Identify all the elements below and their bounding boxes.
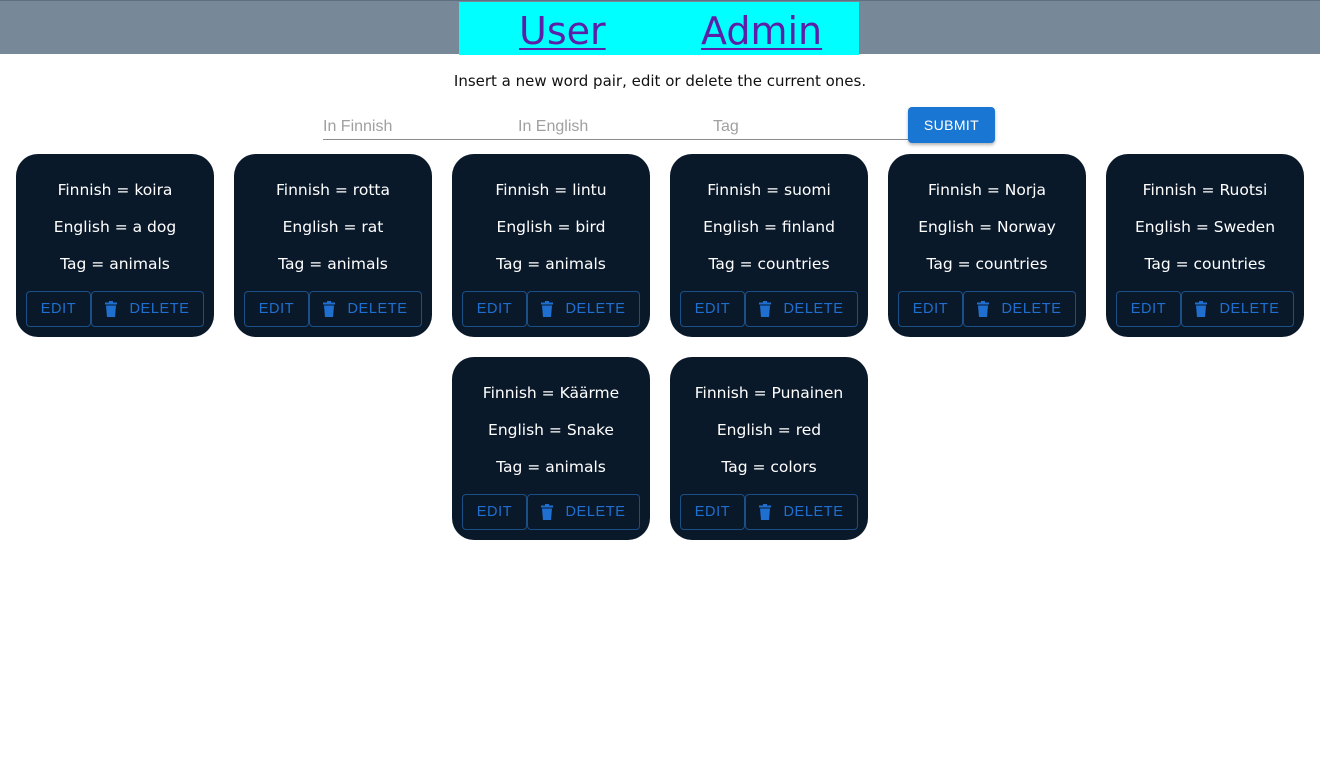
delete-button[interactable]: DELETE (963, 291, 1076, 327)
instructions-text: Insert a new word pair, edit or delete t… (453, 72, 867, 90)
word-card: Finnish = Punainen English = red Tag = c… (670, 357, 868, 540)
trash-icon (323, 301, 336, 317)
edit-label: EDIT (1130, 301, 1167, 317)
english-input[interactable] (518, 107, 713, 140)
tag-text: Tag = animals (496, 255, 606, 273)
delete-label: DELETE (565, 301, 626, 317)
finnish-input[interactable] (323, 107, 518, 140)
finnish-text: Finnish = Norja (927, 181, 1047, 199)
edit-button[interactable]: EDIT (462, 291, 527, 327)
delete-label: DELETE (783, 504, 844, 520)
delete-button[interactable]: DELETE (527, 494, 640, 530)
english-text: English = red (716, 421, 822, 439)
edit-label: EDIT (912, 301, 949, 317)
english-text: English = Snake (488, 421, 614, 439)
edit-button[interactable]: EDIT (26, 291, 91, 327)
edit-label: EDIT (258, 301, 295, 317)
tag-text: Tag = countries (1144, 255, 1266, 273)
word-card: Finnish = Norja English = Norway Tag = c… (888, 154, 1086, 337)
word-card: Finnish = lintu English = bird Tag = ani… (452, 154, 650, 337)
finnish-text: Finnish = Ruotsi (1142, 181, 1268, 199)
edit-button[interactable]: EDIT (898, 291, 963, 327)
tag-text: Tag = animals (60, 255, 170, 273)
delete-button[interactable]: DELETE (527, 291, 640, 327)
nav-link-admin[interactable]: Admin (701, 8, 822, 54)
word-card-list: Finnish = koira English = a dog Tag = an… (0, 154, 1320, 540)
english-text: English = finland (703, 218, 835, 236)
submit-button[interactable]: SUBMIT (908, 107, 995, 143)
delete-button[interactable]: DELETE (1181, 291, 1294, 327)
english-text: English = rat (282, 218, 384, 236)
word-card: Finnish = rotta English = rat Tag = anim… (234, 154, 432, 337)
trash-icon (759, 504, 772, 520)
finnish-text: Finnish = suomi (707, 181, 831, 199)
word-pair-form: SUBMIT (0, 107, 1320, 147)
nav-links: User Admin (459, 2, 859, 55)
finnish-text: Finnish = rotta (276, 181, 390, 199)
finnish-text: Finnish = Käärme (482, 384, 620, 402)
edit-button[interactable]: EDIT (1116, 291, 1181, 327)
tag-input[interactable] (713, 107, 908, 140)
delete-button[interactable]: DELETE (91, 291, 204, 327)
finnish-text: Finnish = koira (57, 181, 173, 199)
trash-icon (1195, 301, 1208, 317)
tag-text: Tag = colors (721, 458, 817, 476)
english-text: English = bird (496, 218, 606, 236)
delete-label: DELETE (783, 301, 844, 317)
trash-icon (541, 301, 554, 317)
tag-text: Tag = animals (278, 255, 388, 273)
edit-label: EDIT (476, 301, 513, 317)
trash-icon (105, 301, 118, 317)
edit-label: EDIT (694, 301, 731, 317)
delete-label: DELETE (565, 504, 626, 520)
delete-button[interactable]: DELETE (745, 291, 858, 327)
edit-label: EDIT (476, 504, 513, 520)
edit-button[interactable]: EDIT (244, 291, 309, 327)
tag-text: Tag = animals (496, 458, 606, 476)
delete-label: DELETE (1001, 301, 1062, 317)
word-card: Finnish = suomi English = finland Tag = … (670, 154, 868, 337)
word-card: Finnish = Ruotsi English = Sweden Tag = … (1106, 154, 1304, 337)
tag-text: Tag = countries (926, 255, 1048, 273)
tag-text: Tag = countries (708, 255, 830, 273)
word-card: Finnish = Käärme English = Snake Tag = a… (452, 357, 650, 540)
edit-button[interactable]: EDIT (680, 291, 745, 327)
delete-label: DELETE (1219, 301, 1280, 317)
trash-icon (541, 504, 554, 520)
delete-button[interactable]: DELETE (745, 494, 858, 530)
edit-button[interactable]: EDIT (680, 494, 745, 530)
finnish-text: Finnish = Punainen (694, 384, 844, 402)
delete-button[interactable]: DELETE (309, 291, 422, 327)
english-text: English = Sweden (1134, 218, 1276, 236)
edit-label: EDIT (40, 301, 77, 317)
trash-icon (977, 301, 990, 317)
delete-label: DELETE (347, 301, 408, 317)
english-text: English = Norway (918, 218, 1056, 236)
delete-label: DELETE (129, 301, 190, 317)
edit-label: EDIT (694, 504, 731, 520)
trash-icon (759, 301, 772, 317)
top-bar: User Admin (0, 0, 1320, 55)
finnish-text: Finnish = lintu (495, 181, 607, 199)
nav-link-user[interactable]: User (519, 8, 606, 54)
word-card: Finnish = koira English = a dog Tag = an… (16, 154, 214, 337)
edit-button[interactable]: EDIT (462, 494, 527, 530)
english-text: English = a dog (53, 218, 177, 236)
